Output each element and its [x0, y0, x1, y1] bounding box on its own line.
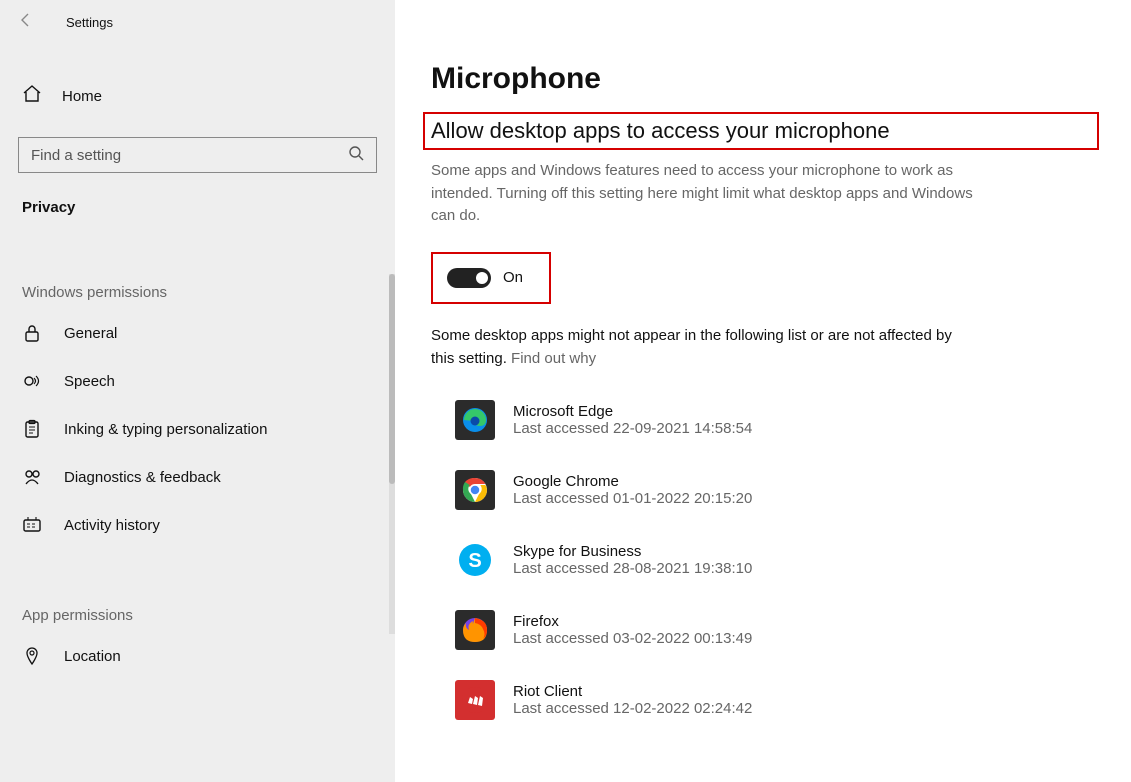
sidebar-item-label: Inking & typing personalization	[64, 421, 267, 438]
app-accessed: Last accessed 01-01-2022 20:15:20	[513, 490, 752, 507]
app-icon-chrome	[455, 470, 495, 510]
app-row-edge: Microsoft Edge Last accessed 22-09-2021 …	[455, 400, 1091, 440]
feedback-icon	[22, 467, 42, 487]
app-name: Microsoft Edge	[513, 403, 752, 420]
svg-text:S: S	[468, 550, 481, 572]
app-icon-riot	[455, 680, 495, 720]
sidebar-item-label: Activity history	[64, 517, 160, 534]
location-icon	[22, 646, 42, 666]
sidebar-item-speech[interactable]: Speech	[0, 357, 395, 405]
speech-icon	[22, 371, 42, 391]
sidebar-item-label: Location	[64, 648, 121, 665]
home-nav[interactable]: Home	[0, 70, 395, 123]
sidebar-item-label: Diagnostics & feedback	[64, 469, 221, 486]
section-description: Some apps and Windows features need to a…	[431, 160, 991, 228]
section-windows-permissions: Windows permissions	[0, 258, 395, 309]
app-name: Skype for Business	[513, 543, 752, 560]
app-icon-firefox	[455, 610, 495, 650]
sidebar-item-diagnostics[interactable]: Diagnostics & feedback	[0, 453, 395, 501]
section-heading: Allow desktop apps to access your microp…	[431, 118, 1091, 144]
app-icon-edge	[455, 400, 495, 440]
apps-note: Some desktop apps might not appear in th…	[431, 324, 971, 371]
titlebar: Settings	[0, 0, 395, 44]
sidebar: Settings Home Privacy Windows permission…	[0, 0, 395, 782]
app-title: Settings	[66, 15, 113, 30]
category-label: Privacy	[0, 173, 395, 226]
app-row-riot: Riot Client Last accessed 12-02-2022 02:…	[455, 680, 1091, 720]
app-name: Riot Client	[513, 683, 752, 700]
app-accessed: Last accessed 28-08-2021 19:38:10	[513, 560, 752, 577]
app-row-firefox: Firefox Last accessed 03-02-2022 00:13:4…	[455, 610, 1091, 650]
history-icon	[22, 515, 42, 535]
highlight-toggle: On	[431, 252, 551, 304]
find-out-why-link[interactable]: Find out why	[511, 350, 596, 367]
toggle-state-label: On	[503, 269, 523, 286]
search-box[interactable]	[18, 137, 377, 173]
note-text: Some desktop apps might not appear in th…	[431, 327, 952, 367]
sidebar-item-activity[interactable]: Activity history	[0, 501, 395, 549]
home-icon	[22, 84, 42, 109]
back-icon[interactable]	[18, 12, 34, 33]
search-icon	[348, 145, 364, 166]
app-accessed: Last accessed 22-09-2021 14:58:54	[513, 420, 752, 437]
sidebar-item-inking[interactable]: Inking & typing personalization	[0, 405, 395, 453]
home-label: Home	[62, 88, 102, 105]
section-app-permissions: App permissions	[0, 581, 395, 632]
app-icon-skype: S	[455, 540, 495, 580]
app-name: Firefox	[513, 613, 752, 630]
toggle-knob	[476, 272, 488, 284]
main-content: Microphone Allow desktop apps to access …	[395, 0, 1131, 782]
app-accessed: Last accessed 03-02-2022 00:13:49	[513, 630, 752, 647]
sidebar-item-label: Speech	[64, 373, 115, 390]
app-accessed: Last accessed 12-02-2022 02:24:42	[513, 700, 752, 717]
app-name: Google Chrome	[513, 473, 752, 490]
desktop-apps-list: Microsoft Edge Last accessed 22-09-2021 …	[431, 400, 1091, 720]
lock-icon	[22, 323, 42, 343]
highlight-section-heading: Allow desktop apps to access your microp…	[423, 112, 1099, 150]
app-row-chrome: Google Chrome Last accessed 01-01-2022 2…	[455, 470, 1091, 510]
sidebar-item-location[interactable]: Location	[0, 632, 395, 680]
sidebar-item-general[interactable]: General	[0, 309, 395, 357]
microphone-access-toggle[interactable]	[447, 268, 491, 288]
sidebar-item-label: General	[64, 325, 117, 342]
search-input[interactable]	[31, 147, 348, 164]
page-title: Microphone	[431, 62, 1091, 96]
app-row-skype: S Skype for Business Last accessed 28-08…	[455, 540, 1091, 580]
clipboard-icon	[22, 419, 42, 439]
